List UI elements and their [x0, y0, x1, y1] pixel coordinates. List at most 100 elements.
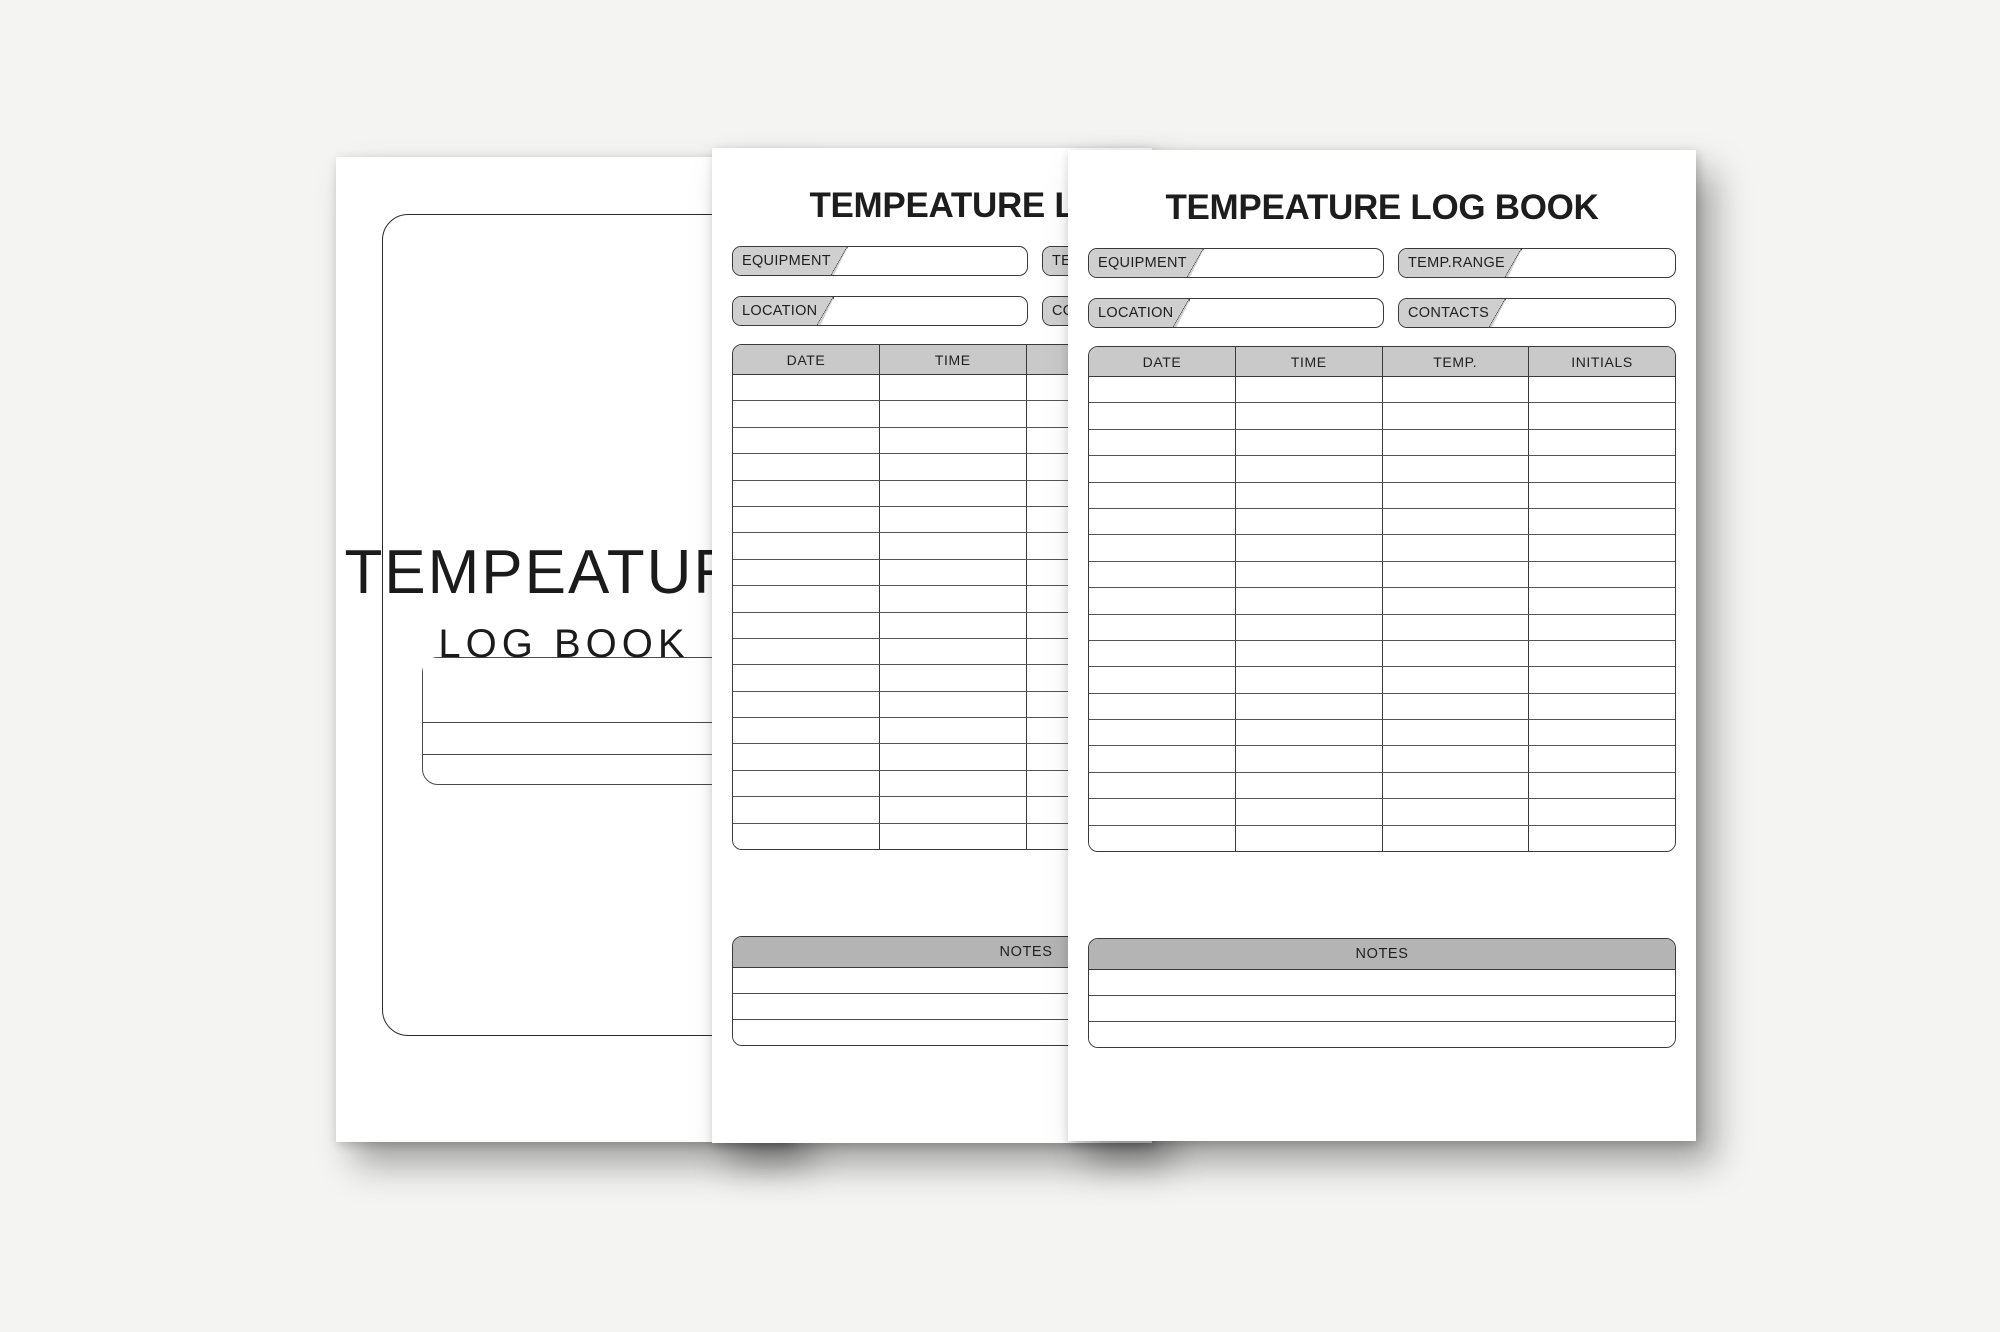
table-cell[interactable]: [1235, 429, 1383, 457]
table-cell[interactable]: [733, 453, 880, 481]
table-cell[interactable]: [1528, 719, 1675, 747]
table-cell[interactable]: [1089, 640, 1236, 668]
table-row[interactable]: [1089, 534, 1675, 562]
equipment-field[interactable]: EQUIPMENT: [732, 246, 1028, 276]
table-cell[interactable]: [733, 374, 880, 402]
table-cell[interactable]: [1528, 508, 1675, 536]
table-cell[interactable]: [733, 559, 880, 587]
table-cell[interactable]: [1528, 561, 1675, 589]
table-cell[interactable]: [733, 638, 880, 666]
table-cell[interactable]: [1382, 587, 1529, 615]
table-cell[interactable]: [879, 532, 1027, 560]
table-cell[interactable]: [733, 480, 880, 507]
table-cell[interactable]: [1089, 561, 1236, 589]
log-table[interactable]: DATE TIME TEMP. INITIALS: [1088, 346, 1676, 853]
table-cell[interactable]: [879, 612, 1027, 639]
table-cell[interactable]: [879, 453, 1027, 481]
table-cell[interactable]: [1089, 666, 1236, 694]
table-body[interactable]: [1089, 376, 1675, 852]
table-cell[interactable]: [733, 717, 880, 745]
table-cell[interactable]: [1382, 534, 1529, 562]
table-cell[interactable]: [1528, 825, 1675, 852]
table-cell[interactable]: [1089, 587, 1236, 615]
table-cell[interactable]: [1382, 640, 1529, 668]
table-cell[interactable]: [1235, 482, 1383, 509]
equipment-field[interactable]: EQUIPMENT: [1088, 248, 1384, 278]
table-cell[interactable]: [733, 532, 880, 560]
table-cell[interactable]: [733, 691, 880, 719]
table-cell[interactable]: [1382, 798, 1529, 826]
table-row[interactable]: [1089, 772, 1675, 800]
notes-line[interactable]: [1089, 1022, 1675, 1047]
right-log-page[interactable]: TEMPEATURE LOG BOOK EQUIPMENT TEMP.RANGE…: [1068, 150, 1696, 1141]
table-cell[interactable]: [1235, 561, 1383, 589]
equipment-input[interactable]: [733, 247, 1027, 275]
table-cell[interactable]: [1089, 534, 1236, 562]
table-cell[interactable]: [1089, 772, 1236, 800]
contacts-field[interactable]: CONTACTS: [1398, 298, 1676, 328]
table-row[interactable]: [1089, 798, 1675, 826]
table-cell[interactable]: [879, 770, 1027, 798]
location-input[interactable]: [733, 297, 1027, 325]
table-cell[interactable]: [1235, 402, 1383, 430]
notes-line[interactable]: [1089, 996, 1675, 1022]
table-cell[interactable]: [1528, 402, 1675, 430]
table-cell[interactable]: [1528, 482, 1675, 509]
table-cell[interactable]: [879, 743, 1027, 771]
table-cell[interactable]: [1089, 825, 1236, 852]
table-cell[interactable]: [1382, 429, 1529, 457]
table-row[interactable]: [1089, 455, 1675, 483]
table-cell[interactable]: [733, 427, 880, 455]
table-cell[interactable]: [1382, 482, 1529, 509]
table-cell[interactable]: [879, 374, 1027, 402]
table-cell[interactable]: [1235, 508, 1383, 536]
table-cell[interactable]: [1528, 640, 1675, 668]
table-cell[interactable]: [1528, 745, 1675, 773]
table-cell[interactable]: [1089, 614, 1236, 641]
table-cell[interactable]: [879, 585, 1027, 613]
table-cell[interactable]: [1528, 376, 1675, 404]
table-cell[interactable]: [1235, 534, 1383, 562]
table-cell[interactable]: [733, 743, 880, 771]
table-cell[interactable]: [1089, 745, 1236, 773]
table-cell[interactable]: [1528, 614, 1675, 641]
table-cell[interactable]: [1235, 798, 1383, 826]
table-cell[interactable]: [1089, 482, 1236, 509]
table-cell[interactable]: [1382, 772, 1529, 800]
table-cell[interactable]: [1382, 693, 1529, 721]
table-cell[interactable]: [1528, 772, 1675, 800]
table-cell[interactable]: [1528, 693, 1675, 721]
table-cell[interactable]: [1089, 429, 1236, 457]
table-cell[interactable]: [1089, 376, 1236, 404]
table-cell[interactable]: [879, 823, 1027, 850]
table-row[interactable]: [1089, 508, 1675, 536]
table-cell[interactable]: [1235, 745, 1383, 773]
table-row[interactable]: [1089, 482, 1675, 509]
table-cell[interactable]: [1089, 402, 1236, 430]
table-row[interactable]: [1089, 825, 1675, 852]
equipment-input[interactable]: [1089, 249, 1383, 277]
contacts-input[interactable]: [1399, 299, 1675, 327]
table-row[interactable]: [1089, 561, 1675, 589]
table-cell[interactable]: [879, 691, 1027, 719]
table-cell[interactable]: [879, 506, 1027, 534]
table-cell[interactable]: [1382, 745, 1529, 773]
notes-line[interactable]: [1089, 970, 1675, 996]
table-cell[interactable]: [1235, 693, 1383, 721]
table-cell[interactable]: [733, 612, 880, 639]
table-cell[interactable]: [1235, 614, 1383, 641]
table-cell[interactable]: [733, 585, 880, 613]
table-row[interactable]: [1089, 666, 1675, 694]
table-cell[interactable]: [1528, 534, 1675, 562]
table-cell[interactable]: [733, 400, 880, 428]
table-cell[interactable]: [1382, 666, 1529, 694]
table-cell[interactable]: [1382, 614, 1529, 641]
temp-range-input[interactable]: [1399, 249, 1675, 277]
table-cell[interactable]: [1235, 587, 1383, 615]
table-cell[interactable]: [1382, 825, 1529, 852]
table-row[interactable]: [1089, 745, 1675, 773]
table-cell[interactable]: [733, 664, 880, 692]
table-row[interactable]: [1089, 402, 1675, 430]
table-row[interactable]: [1089, 614, 1675, 641]
table-row[interactable]: [1089, 587, 1675, 615]
